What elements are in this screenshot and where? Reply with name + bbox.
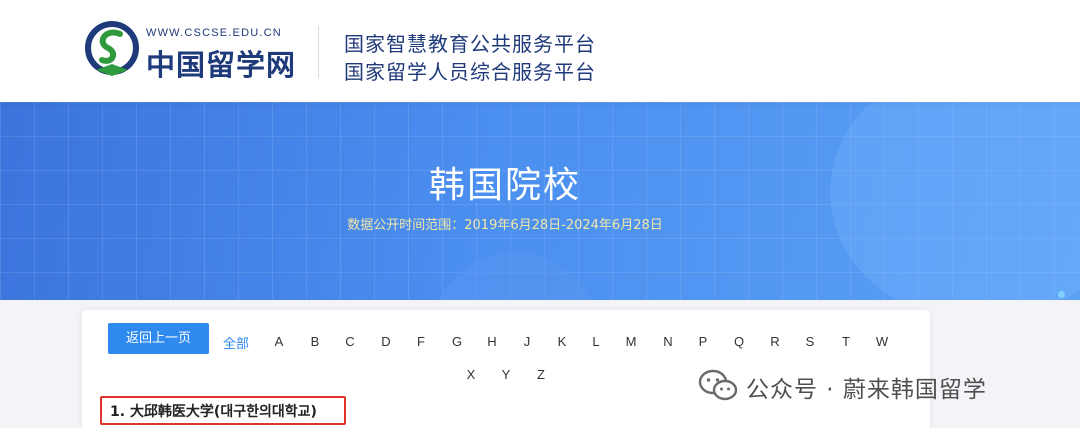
site-name[interactable]: 中国留学网 [146,42,296,84]
letter-filter-s[interactable]: S [800,334,820,349]
letter-filter-p[interactable]: P [693,334,713,349]
cscse-logo-icon[interactable] [82,20,142,80]
letter-filter-r[interactable]: R [765,334,785,349]
letter-filter-d[interactable]: D [376,334,396,349]
letter-filter-y[interactable]: Y [496,367,516,382]
letter-filter-f[interactable]: F [411,334,431,349]
hero-banner: 韩国院校 数据公开时间范围：2019年6月28日-2024年6月28日 [0,102,1080,300]
platform-tagline-1: 国家智慧教育公共服务平台 [344,32,596,56]
letter-filter-n[interactable]: N [658,334,678,349]
letter-filter-a[interactable]: A [269,334,289,349]
page-title: 韩国院校 [428,165,581,206]
letter-filter-m[interactable]: M [621,334,641,349]
letter-filter-t[interactable]: T [836,334,856,349]
platform-tagline-2: 国家留学人员综合服务平台 [344,60,596,84]
back-button[interactable]: 返回上一页 [108,323,209,354]
date-range-note: 数据公开时间范围：2019年6月28日-2024年6月28日 [347,218,663,233]
school-name[interactable]: 大邱韩医大学(대구한의대학교) [130,404,317,420]
letter-filter-c[interactable]: C [340,334,360,349]
banner-dot [1058,291,1065,298]
site-header: WWW.CSCSE.EDU.CN 中国留学网 国家智慧教育公共服务平台 国家留学… [0,0,1080,102]
letter-filter-l[interactable]: L [586,334,606,349]
letter-filter-z[interactable]: Z [531,367,551,382]
letter-filter-h[interactable]: H [482,334,502,349]
letter-filter-g[interactable]: G [447,334,467,349]
filter-all-link[interactable]: 全部 [223,333,249,352]
wechat-icon [698,369,738,401]
watermark-text: 公众号 · 蔚来韩国留学 [746,377,987,403]
list-item[interactable]: 1. 大邱韩医大学(대구한의대학교) [110,401,317,421]
letter-filter-w[interactable]: W [872,334,892,349]
letter-filter-k[interactable]: K [552,334,572,349]
site-url: WWW.CSCSE.EDU.CN [146,27,282,39]
letter-filter-x[interactable]: X [461,367,481,382]
school-index: 1. [110,404,126,420]
header-divider [318,26,319,78]
letter-filter-q[interactable]: Q [729,334,749,349]
letter-filter-b[interactable]: B [305,334,325,349]
letter-filter-j[interactable]: J [517,334,537,349]
